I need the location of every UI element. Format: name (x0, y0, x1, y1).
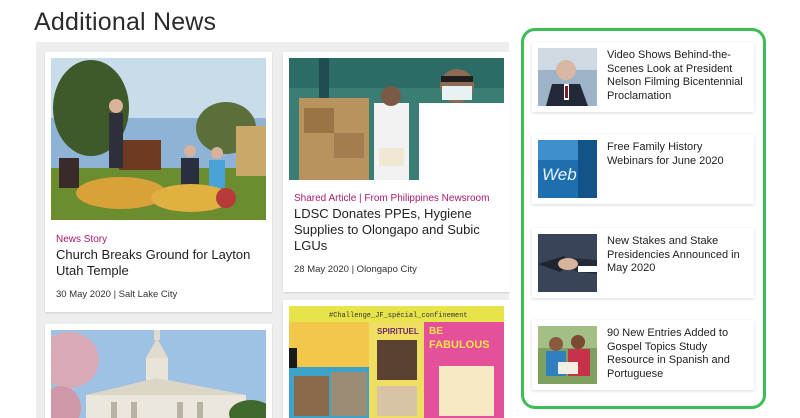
card-meta: 30 May 2020 | Salt Lake City (56, 289, 178, 300)
section-title: Additional News (34, 8, 217, 36)
hashtag-text: #Challenge_JF_spécial_confinement (329, 312, 468, 320)
groundbreaking-photo[interactable] (51, 58, 266, 220)
card-headline[interactable]: LDSC Donates PPEs, Hygiene Supplies to O… (294, 206, 504, 254)
spirituel-text: SPIRITUEL (377, 327, 419, 336)
challenge-collage[interactable]: #Challenge_JF_spécial_confinement SPIRIT… (289, 306, 504, 418)
temple-photo[interactable] (51, 330, 266, 418)
news-card[interactable]: News Story Church Breaks Ground for Layt… (45, 52, 272, 312)
sidebar-item-title[interactable]: Free Family History Webinars for June 20… (607, 141, 751, 168)
news-card[interactable]: #Challenge_JF_spécial_confinement SPIRIT… (283, 300, 510, 418)
card-headline[interactable]: Church Breaks Ground for Layton Utah Tem… (56, 247, 261, 279)
handshake-photo[interactable] (538, 234, 597, 292)
news-card[interactable]: Shared Article | From Philippines Newsro… (283, 52, 510, 292)
sidebar-item-title[interactable]: New Stakes and Stake Presidencies Announ… (607, 235, 751, 276)
fabulous-text: FABULOUS (429, 339, 490, 351)
sidebar-news-item[interactable]: Web Free Family History Webinars for Jun… (532, 134, 754, 204)
sidebar-item-title[interactable]: 90 New Entries Added to Gospel Topics St… (607, 327, 751, 381)
card-meta: 28 May 2020 | Olongapo City (294, 264, 417, 275)
be-text: BE (429, 326, 443, 337)
sidebar-news-item[interactable]: New Stakes and Stake Presidencies Announ… (532, 228, 754, 298)
sidebar-item-title[interactable]: Video Shows Behind-the-Scenes Look at Pr… (607, 49, 751, 103)
sidebar-news-item[interactable]: 90 New Entries Added to Gospel Topics St… (532, 320, 754, 390)
donation-photo[interactable] (289, 58, 504, 180)
web-text: Web (542, 165, 577, 184)
card-category: News Story (56, 234, 108, 245)
card-category: Shared Article | From Philippines Newsro… (294, 193, 490, 204)
sidebar-news-item[interactable]: Video Shows Behind-the-Scenes Look at Pr… (532, 42, 754, 112)
webinar-image[interactable]: Web (538, 140, 597, 198)
president-nelson-photo[interactable] (538, 48, 597, 106)
couple-reading-photo[interactable] (538, 326, 597, 384)
news-card[interactable] (45, 324, 272, 418)
